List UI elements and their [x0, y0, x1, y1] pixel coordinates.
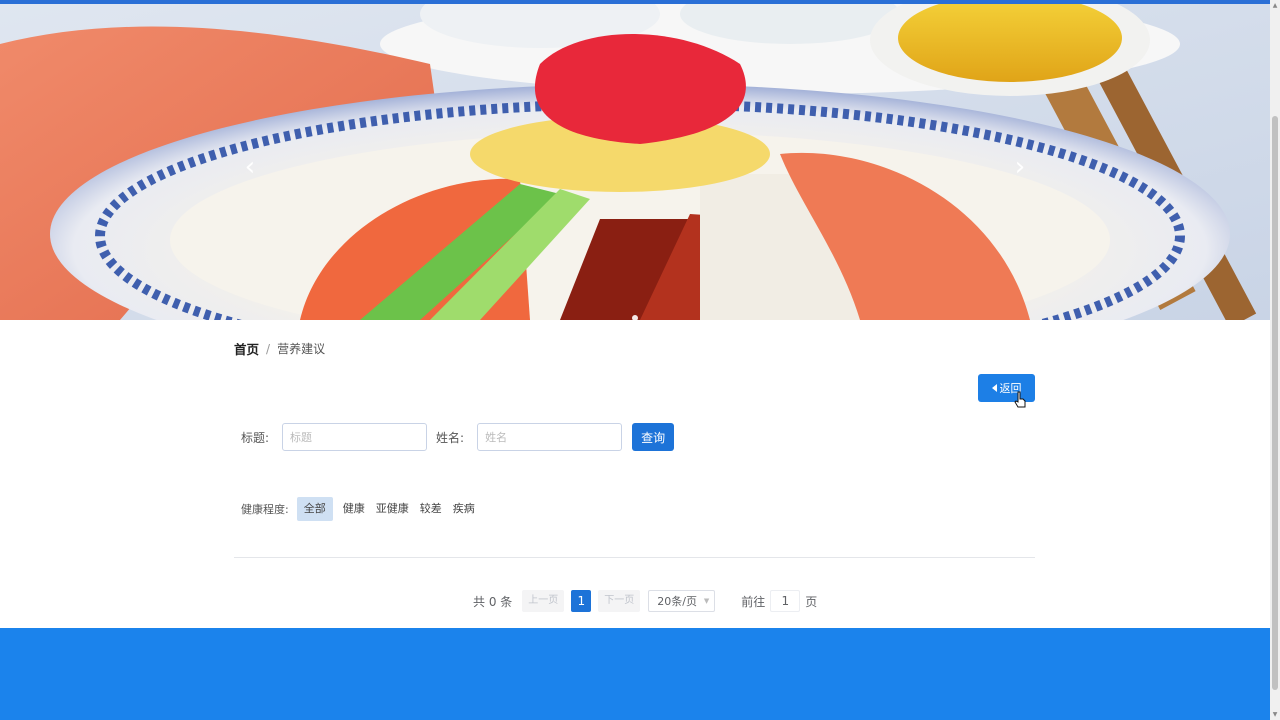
breadcrumb: 首页 / 营养建议 — [234, 339, 325, 358]
page: ‹ › 首页 / 营养建议 返回 标题: 姓名: 查询 健康程度: 全部 — [0, 0, 1280, 720]
breadcrumb-current: 营养建议 — [277, 342, 326, 356]
name-search-input[interactable] — [477, 423, 623, 451]
carousel-next-icon[interactable]: › — [1008, 152, 1032, 182]
top-accent-line — [0, 0, 1270, 4]
chevron-down-icon: ▼ — [703, 597, 710, 605]
filter-option-disease[interactable]: 疾病 — [449, 497, 479, 521]
banner-image — [0, 4, 1270, 320]
breadcrumb-home[interactable]: 首页 — [234, 339, 259, 358]
vertical-scrollbar[interactable]: ▲ ▼ — [1270, 0, 1280, 720]
carousel-indicator[interactable] — [632, 315, 638, 320]
scroll-down-icon[interactable]: ▼ — [1271, 711, 1279, 718]
footer — [0, 628, 1270, 720]
goto-prefix: 前往 — [741, 594, 766, 609]
scroll-up-icon[interactable]: ▲ — [1271, 2, 1279, 9]
breadcrumb-separator: / — [266, 341, 271, 356]
page-size-select[interactable]: 20条/页 ▼ — [648, 590, 716, 612]
back-button[interactable]: 返回 — [978, 374, 1035, 402]
caret-left-icon — [991, 384, 997, 392]
health-filter-label: 健康程度: — [241, 503, 289, 516]
pagination: 共 0 条 上一页 1 下一页 20条/页 ▼ 前往 1 页 — [473, 590, 817, 612]
carousel-prev-icon[interactable]: ‹ — [238, 152, 262, 182]
page-size-value: 20条/页 — [657, 595, 697, 608]
prev-page-button[interactable]: 上一页 — [522, 590, 565, 612]
title-search-input[interactable] — [282, 423, 428, 451]
goto-page-input[interactable]: 1 — [770, 590, 801, 612]
name-label: 姓名: — [436, 430, 465, 445]
filter-option-poor[interactable]: 较差 — [416, 497, 446, 521]
next-page-button[interactable]: 下一页 — [598, 590, 641, 612]
hand-pointer-icon — [1014, 391, 1026, 408]
banner-carousel[interactable]: ‹ › — [0, 4, 1270, 320]
search-bar: 标题: 姓名: 查询 — [234, 422, 675, 452]
carousel-indicators — [0, 306, 1270, 320]
pagination-total: 共 0 条 — [473, 594, 513, 609]
health-filter: 健康程度: 全部 健康 亚健康 较差 疾病 — [241, 496, 482, 522]
scrollbar-thumb[interactable] — [1272, 116, 1278, 690]
list-divider — [234, 557, 1035, 558]
title-label: 标题: — [241, 430, 270, 445]
query-button[interactable]: 查询 — [632, 423, 675, 451]
filter-option-all[interactable]: 全部 — [296, 497, 333, 521]
goto-suffix: 页 — [805, 594, 818, 609]
filter-option-subhealthy[interactable]: 亚健康 — [372, 497, 413, 521]
filter-option-healthy[interactable]: 健康 — [339, 497, 369, 521]
page-number-current[interactable]: 1 — [571, 590, 592, 612]
